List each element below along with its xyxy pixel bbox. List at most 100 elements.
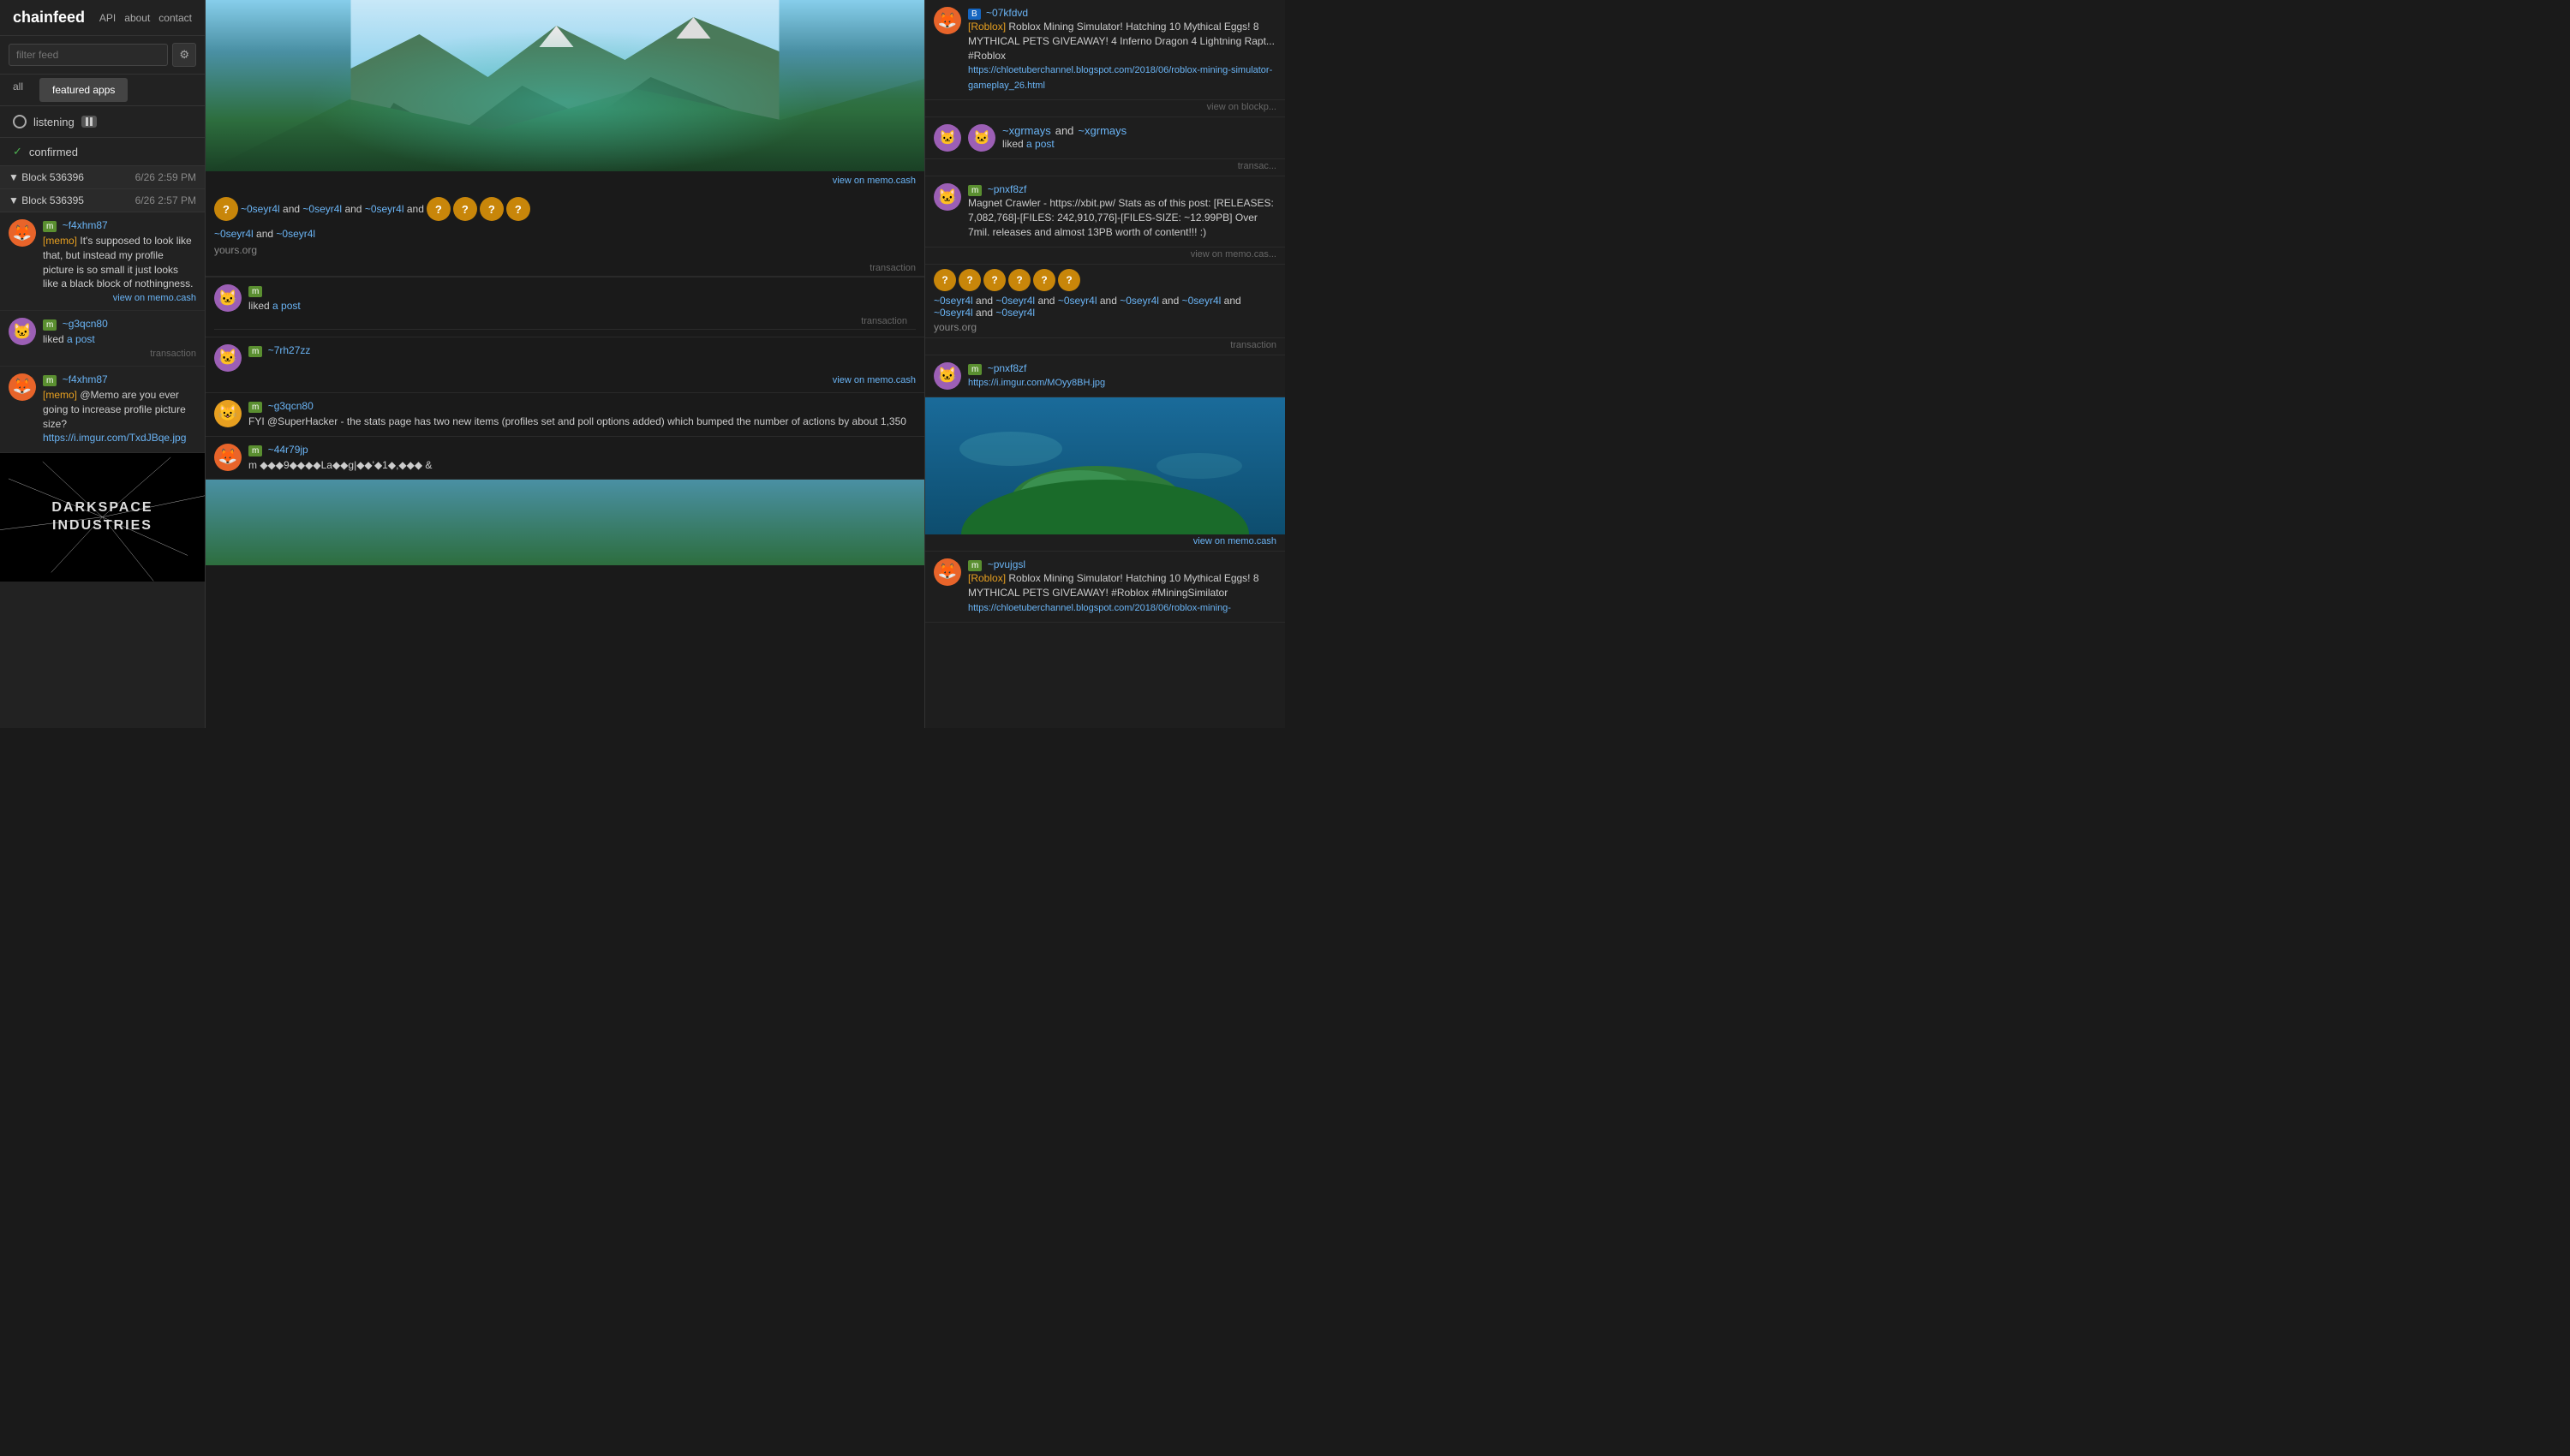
user-0seyr4l-3[interactable]: ~0seyr4l (365, 203, 404, 215)
roblox-link-2[interactable]: https://chloetuberchannel.blogspot.com/2… (968, 603, 1231, 613)
right-image-post: 🐱 m ~pnxf8zf https://i.imgur.com/MOyy8BH… (925, 355, 1285, 397)
feed-item-1: 🦊 m ~f4xhm87 [memo] It's supposed to loo… (0, 212, 205, 311)
view-memo-right-1[interactable]: view on memo.cash (1193, 536, 1276, 546)
right-avatar-q-4: ? (1008, 269, 1031, 291)
avatar-7rh27zz: 🐱 (214, 284, 242, 312)
sidebar-header: chainfeed API about contact (0, 0, 205, 36)
user-0seyr4l-right-2[interactable]: ~0seyr4l (995, 295, 1035, 307)
center-garbled-top: 😺 m ~g3qcn80 FYI @SuperHacker - the stat… (214, 400, 916, 429)
view-memo-link-1[interactable]: view on memo.cash (113, 293, 196, 303)
user-link-pnxf8zf-2[interactable]: ~pnxf8zf (988, 362, 1027, 374)
user-link-pnxf8zf-1[interactable]: ~pnxf8zf (988, 183, 1027, 195)
block-536396-header[interactable]: ▼ Block 536396 6/26 2:59 PM (0, 166, 205, 189)
username-f4xhm87-1: m ~f4xhm87 (43, 219, 196, 232)
about-link[interactable]: about (124, 12, 150, 24)
pause-bar-2 (90, 117, 93, 126)
user-0seyr4l-2[interactable]: ~0seyr4l (302, 203, 342, 215)
roblox-link-1[interactable]: https://chloetuberchannel.blogspot.com/2… (968, 65, 1272, 90)
user-link-f4xhm87-center[interactable]: ~44r79jp (268, 444, 308, 456)
feed-item-2: 🐱 m ~g3qcn80 liked a post transaction (0, 311, 205, 367)
liked-post-link-1[interactable]: a post (67, 333, 95, 345)
right-meta-roblox: view on blockp... (925, 100, 1285, 117)
avatar-q-2: ? (427, 197, 451, 221)
right-magnet-post: 🐱 m ~pnxf8zf Magnet Crawler - https://xb… (925, 176, 1285, 247)
api-link[interactable]: API (99, 12, 116, 24)
user-link-g3qcn80-center[interactable]: ~7rh27zz (268, 344, 311, 356)
user-0seyr4l-right-3[interactable]: ~0seyr4l (1058, 295, 1097, 307)
right-meta-ocean[interactable]: view on memo.cash (925, 534, 1285, 552)
center-memo-post: 🐱 m ~7rh27zz view on memo.cash (206, 337, 924, 393)
badge-b-1: B (968, 9, 981, 20)
user-0seyr4l-5[interactable]: ~0seyr4l (276, 228, 315, 240)
connector-1: ~0seyr4l and ~0seyr4l and ~0seyr4l and (241, 203, 424, 215)
search-input[interactable] (9, 44, 168, 66)
center-garbled-text: FYI @SuperHacker - the stats page has tw… (248, 415, 906, 429)
view-on-memocash-top[interactable]: view on memo.cash (206, 171, 924, 190)
username-f4xhm87-2: m ~f4xhm87 (43, 373, 196, 386)
right-avatar-q-3: ? (983, 269, 1006, 291)
view-memo-center-2[interactable]: view on memo.cash (214, 372, 916, 385)
contact-link[interactable]: contact (158, 12, 192, 24)
right-avatars-row: ? ? ? ? ? ? (934, 269, 1276, 291)
confirmed-bar: ✓ confirmed (0, 138, 205, 166)
center-memo-top: 🐱 m ~7rh27zz (214, 344, 916, 372)
user-link-f4xhm87-1[interactable]: ~f4xhm87 (63, 219, 108, 231)
right-meta-liked: transac... (925, 159, 1285, 176)
user-link-f4xhm87-2[interactable]: ~f4xhm87 (63, 373, 108, 385)
right-avatar-q-2: ? (959, 269, 981, 291)
username-pnxf8zf-1: m ~pnxf8zf (968, 183, 1276, 196)
view-memo-center-link[interactable]: view on memo.cash (833, 176, 916, 186)
user-0seyr4l-right-5[interactable]: ~0seyr4l (1182, 295, 1222, 307)
avatar-g3qcn80-1: 🐱 (9, 318, 36, 345)
imgur-link-1[interactable]: https://i.imgur.com/TxdJBqe.jpg (43, 432, 186, 444)
badge-m-center-1: m (248, 286, 262, 297)
avatar-q-3: ? (453, 197, 477, 221)
feed-meta-2: transaction (43, 349, 196, 359)
block-536395-time: 6/26 2:57 PM (135, 194, 196, 206)
tag-memo-3: [memo] (43, 389, 77, 401)
user-link-xgrmays-2[interactable]: ~xgrmays (1078, 124, 1127, 137)
right-pvujgsl-content: m ~pvujgsl [Roblox] Roblox Mining Simula… (968, 558, 1276, 615)
user-link-pvujgsl[interactable]: ~pvujgsl (988, 558, 1025, 570)
user-link-g3qcn80-1[interactable]: ~g3qcn80 (63, 318, 108, 330)
feed-text-1: [memo] It's supposed to look like that, … (43, 234, 196, 291)
center-avatars-detail: ~0seyr4l and ~0seyr4l (206, 228, 924, 244)
right-pvujgsl-text: [Roblox] Roblox Mining Simulator! Hatchi… (968, 571, 1276, 615)
center-column: view on memo.cash ? ~0seyr4l and ~0seyr4… (206, 0, 925, 728)
tab-featured-apps[interactable]: featured apps (39, 78, 128, 102)
user-0seyr4l-4[interactable]: ~0seyr4l (214, 228, 254, 240)
liked-post-right[interactable]: a post (1026, 138, 1055, 150)
center-avatars-row: ? ~0seyr4l and ~0seyr4l and ~0seyr4l and… (206, 190, 924, 228)
right-roblox-post: 🦊 B ~07kfdvd [Roblox] Roblox Mining Simu… (925, 0, 1285, 100)
pause-button[interactable] (81, 116, 97, 128)
search-settings-button[interactable]: ⚙ (172, 43, 196, 67)
right-column: 🦊 B ~07kfdvd [Roblox] Roblox Mining Simu… (925, 0, 1285, 728)
center-airvpn-top: 🦊 m ~44r79jp m ◆◆◆9◆◆◆◆La◆◆g|◆◆'◆1◆,◆◆◆ … (214, 444, 916, 473)
user-link-44r79jp[interactable]: ~g3qcn80 (268, 400, 314, 412)
feed-meta-1[interactable]: view on memo.cash (43, 293, 196, 303)
avatar-pnxf8zf-2: 🐱 (934, 362, 961, 390)
liked-a-post-center[interactable]: a post (272, 300, 301, 312)
mountain-image (206, 0, 924, 171)
imgur-link-right[interactable]: https://i.imgur.com/MOyy8BH.jpg (968, 378, 1105, 388)
confirmed-label: confirmed (29, 146, 78, 158)
pause-bar-1 (86, 117, 88, 126)
avatar-f4xhm87-1: 🦊 (9, 219, 36, 247)
user-0seyr4l-1[interactable]: ~0seyr4l (241, 203, 280, 215)
nav-links: API about contact (99, 12, 192, 24)
block-536395-header[interactable]: ▼ Block 536395 6/26 2:57 PM (0, 189, 205, 212)
badge-m-right-3: m (968, 560, 982, 571)
center-liked-item: 🐱 m liked a post transaction (206, 277, 924, 337)
user-0seyr4l-right-4[interactable]: ~0seyr4l (1120, 295, 1159, 307)
avatar-pvujgsl: 🦊 (934, 558, 961, 586)
view-memo-link-center[interactable]: view on memo.cash (833, 375, 916, 385)
triangle-icon-2: ▼ (9, 194, 21, 206)
avatar-g3qcn80-center: 🐱 (214, 344, 242, 372)
user-link-07kfdvd[interactable]: ~07kfdvd (986, 7, 1028, 19)
user-0seyr4l-right-1[interactable]: ~0seyr4l (934, 295, 973, 307)
user-link-xgrmays-1[interactable]: ~xgrmays (1002, 124, 1051, 137)
avatar-f4xhm87-center: 🦊 (214, 444, 242, 471)
tab-all[interactable]: all (0, 75, 36, 105)
user-0seyr4l-right-7[interactable]: ~0seyr4l (995, 307, 1035, 319)
user-0seyr4l-right-6[interactable]: ~0seyr4l (934, 307, 973, 319)
